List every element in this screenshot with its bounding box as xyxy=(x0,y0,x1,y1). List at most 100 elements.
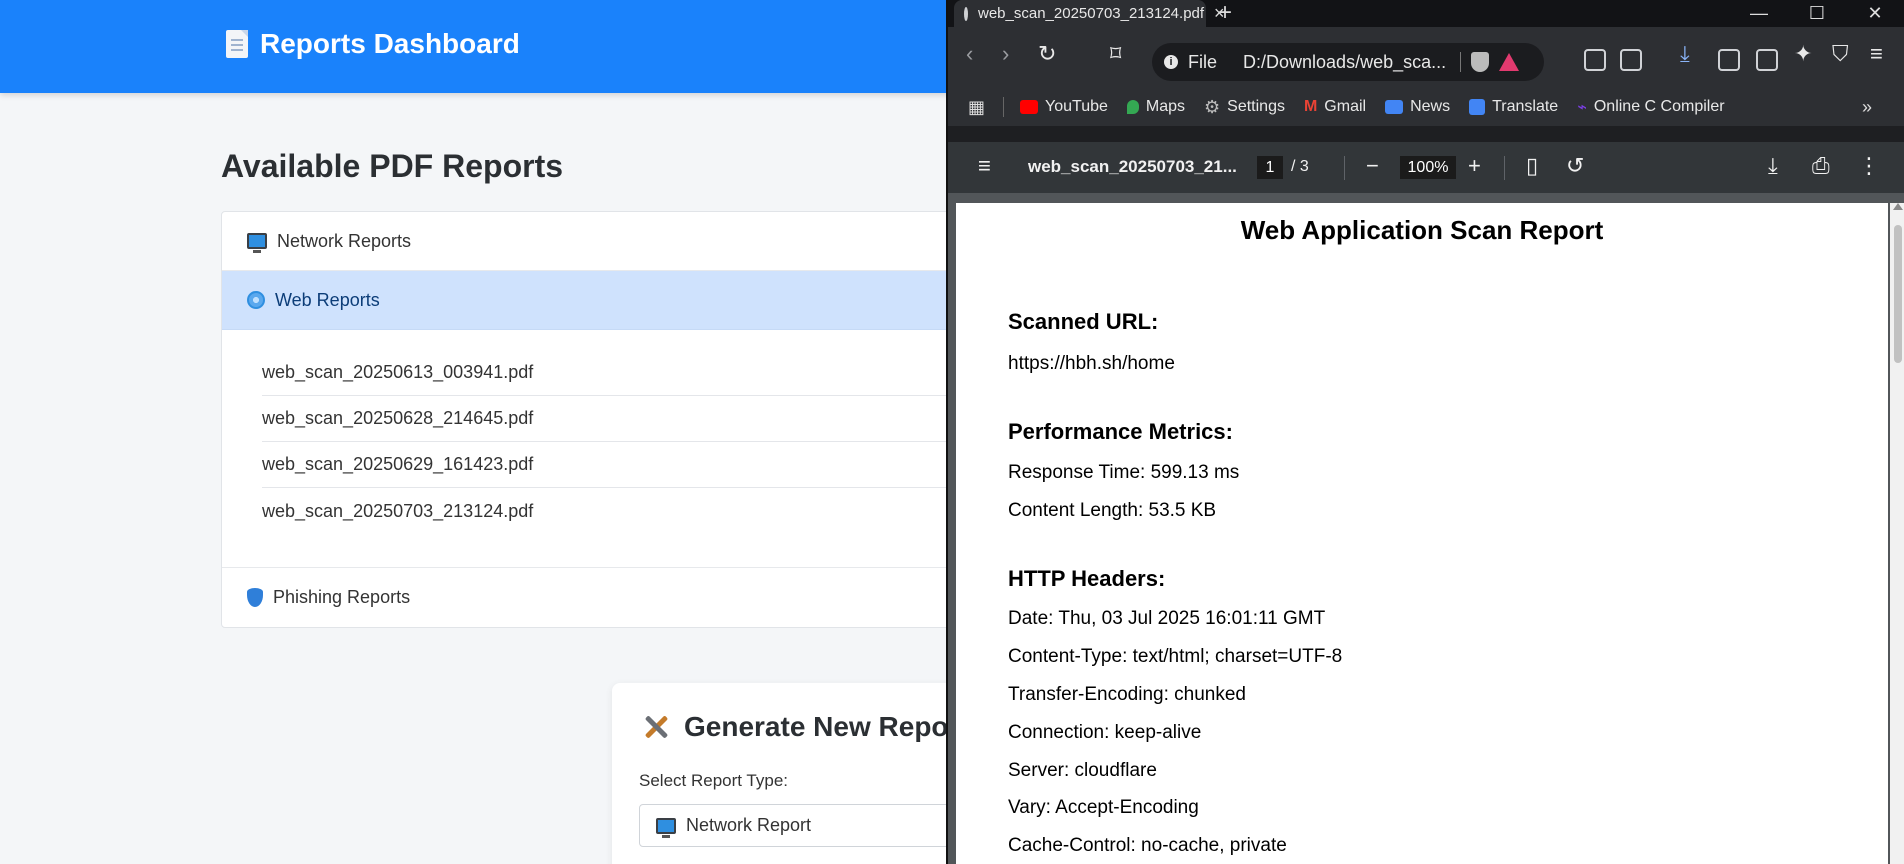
bookmarks-divider xyxy=(1003,97,1005,117)
zoom-out-icon[interactable]: − xyxy=(1366,153,1379,179)
bookmark-label: Maps xyxy=(1145,98,1186,115)
bookmark-news[interactable]: News xyxy=(1385,98,1450,116)
info-icon[interactable]: i xyxy=(1164,55,1178,69)
bookmark-translate[interactable]: Translate xyxy=(1469,98,1558,116)
wallet-icon[interactable] xyxy=(1756,49,1778,71)
browser-window: web_scan_20250703_213124.pdf × + — ☐ ✕ ‹… xyxy=(946,0,1904,864)
minimize-icon[interactable]: — xyxy=(1730,0,1788,27)
header-line: Transfer-Encoding: chunked xyxy=(1008,684,1246,705)
accordion-web-reports[interactable]: Web Reports xyxy=(222,271,980,330)
brand: Reports Dashboard xyxy=(226,28,520,60)
downloads-icon[interactable]: ⤓ xyxy=(1680,41,1690,67)
pdf-scrollbar[interactable] xyxy=(1890,203,1904,864)
bookmark-maps[interactable]: Maps xyxy=(1126,98,1186,116)
scanned-url: https://hbh.sh/home xyxy=(1008,353,1175,374)
page-number-input[interactable]: 1 xyxy=(1257,156,1283,179)
generate-title-text: Generate New Report xyxy=(684,711,969,742)
bookmark-label: YouTube xyxy=(1045,98,1108,115)
leo-ai-icon[interactable]: ✦ xyxy=(1794,41,1812,67)
content-length: Content Length: 53.5 KB xyxy=(1008,500,1217,521)
bookmark-label: Translate xyxy=(1492,98,1559,115)
extensions-icon[interactable] xyxy=(1584,49,1606,71)
reports-accordion: Network Reports Web Reports web_scan_202… xyxy=(221,211,982,628)
bookmark-gmail[interactable]: M Gmail xyxy=(1304,98,1366,116)
zoom-input[interactable]: 100% xyxy=(1400,156,1456,179)
performance-heading: Performance Metrics: xyxy=(1008,419,1233,444)
report-type-value: Network Report xyxy=(686,815,812,835)
pdf-more-icon[interactable]: ⋮ xyxy=(1858,153,1880,179)
translate-icon xyxy=(1469,99,1486,115)
toolbar-divider xyxy=(1504,156,1505,180)
pdf-menu-icon[interactable]: ≡ xyxy=(978,153,991,179)
bookmark-youtube[interactable]: YouTube xyxy=(1020,98,1108,116)
new-tab-button[interactable]: + xyxy=(1218,0,1232,27)
header-line: Server: cloudflare xyxy=(1008,760,1157,781)
header-line: Cache-Control: no-cache, private xyxy=(1008,835,1287,856)
media-icon[interactable] xyxy=(1620,49,1642,71)
report-file-link[interactable]: web_scan_20250628_214645.pdf xyxy=(262,396,982,442)
globe-icon xyxy=(247,291,265,309)
gmail-icon: M xyxy=(1303,98,1318,115)
web-reports-list: web_scan_20250613_003941.pdf web_scan_20… xyxy=(222,330,982,568)
monitor-icon xyxy=(247,233,267,253)
pdf-viewer[interactable]: Web Application Scan Report Scanned URL:… xyxy=(948,193,1904,864)
apps-grid-icon[interactable]: ▦ xyxy=(968,97,985,118)
tools-icon xyxy=(642,713,672,741)
maps-icon xyxy=(1126,100,1139,114)
close-window-icon[interactable]: ✕ xyxy=(1846,0,1904,27)
pdf-filename: web_scan_20250703_21... xyxy=(1028,157,1237,176)
zoom-in-icon[interactable]: + xyxy=(1468,153,1481,179)
brave-rewards-icon[interactable] xyxy=(1499,53,1520,71)
report-file-link[interactable]: web_scan_20250629_161423.pdf xyxy=(262,442,982,488)
youtube-icon xyxy=(1020,100,1039,114)
header-line: Connection: keep-alive xyxy=(1008,722,1202,743)
document-icon xyxy=(226,30,248,58)
app-title: Reports Dashboard xyxy=(260,28,520,59)
fit-page-icon[interactable]: ▯ xyxy=(1526,153,1538,179)
header-line: Content-Type: text/html; charset=UTF-8 xyxy=(1008,646,1343,667)
scroll-up-icon[interactable] xyxy=(1893,203,1903,210)
brave-shields-icon[interactable] xyxy=(1471,52,1490,72)
scroll-thumb[interactable] xyxy=(1894,225,1902,363)
http-headers-heading: HTTP Headers: xyxy=(1008,566,1166,591)
bookmarks-bar: ▦ YouTube Maps ⚙ Settings M Gmail News Tra… xyxy=(948,88,1904,126)
bookmark-icon[interactable]: ⌑ xyxy=(1110,41,1121,67)
sidebar-icon[interactable] xyxy=(1718,49,1740,71)
accordion-network-reports[interactable]: Network Reports xyxy=(222,212,980,271)
browser-tab[interactable]: web_scan_20250703_213124.pdf × xyxy=(954,0,1225,27)
back-icon[interactable]: ‹ xyxy=(966,41,973,67)
compiler-icon: ⌁ xyxy=(1577,99,1587,116)
vpn-icon[interactable]: ⛉ xyxy=(1832,41,1849,67)
print-icon[interactable]: ⎙ xyxy=(1812,153,1830,179)
bookmark-label: Gmail xyxy=(1324,98,1367,115)
accordion-phishing-reports[interactable]: Phishing Reports xyxy=(222,568,980,627)
maximize-icon[interactable]: ☐ xyxy=(1788,0,1846,27)
generate-title: Generate New Report xyxy=(642,711,969,743)
url-text: D:/Downloads/web_sca... xyxy=(1243,51,1447,72)
bookmark-settings[interactable]: ⚙ Settings xyxy=(1204,97,1285,118)
report-file-link[interactable]: web_scan_20250613_003941.pdf xyxy=(262,350,982,396)
news-icon xyxy=(1385,100,1404,114)
reload-icon[interactable]: ↻ xyxy=(1038,41,1056,67)
scanned-url-heading: Scanned URL: xyxy=(1008,309,1159,334)
download-icon[interactable]: ⤓ xyxy=(1768,153,1778,179)
page-total: / 3 xyxy=(1291,158,1309,175)
accordion-label: Network Reports xyxy=(277,230,412,251)
page-title: Available PDF Reports xyxy=(221,148,564,184)
response-time: Response Time: 599.13 ms xyxy=(1008,462,1240,483)
rotate-icon[interactable]: ↺ xyxy=(1566,153,1584,179)
bookmark-label: Settings xyxy=(1227,98,1285,115)
bookmark-label: News xyxy=(1410,98,1451,115)
toolbar-divider xyxy=(1344,156,1345,180)
window-controls: — ☐ ✕ xyxy=(1730,0,1904,27)
more-bookmarks-icon[interactable]: » xyxy=(1862,97,1872,118)
address-bar[interactable]: i File D:/Downloads/web_sca... xyxy=(1152,43,1544,81)
header-line: Date: Thu, 03 Jul 2025 16:01:11 GMT xyxy=(1008,608,1326,629)
menu-icon[interactable]: ≡ xyxy=(1870,41,1883,67)
forward-icon[interactable]: › xyxy=(1002,41,1009,67)
url-scheme: File xyxy=(1188,51,1218,72)
report-file-link[interactable]: web_scan_20250703_213124.pdf xyxy=(262,488,982,534)
bookmark-online-c-compiler[interactable]: ⌁ Online C Compiler xyxy=(1577,97,1724,117)
pdf-page: Web Application Scan Report Scanned URL:… xyxy=(956,203,1888,864)
gear-icon: ⚙ xyxy=(1204,96,1221,117)
